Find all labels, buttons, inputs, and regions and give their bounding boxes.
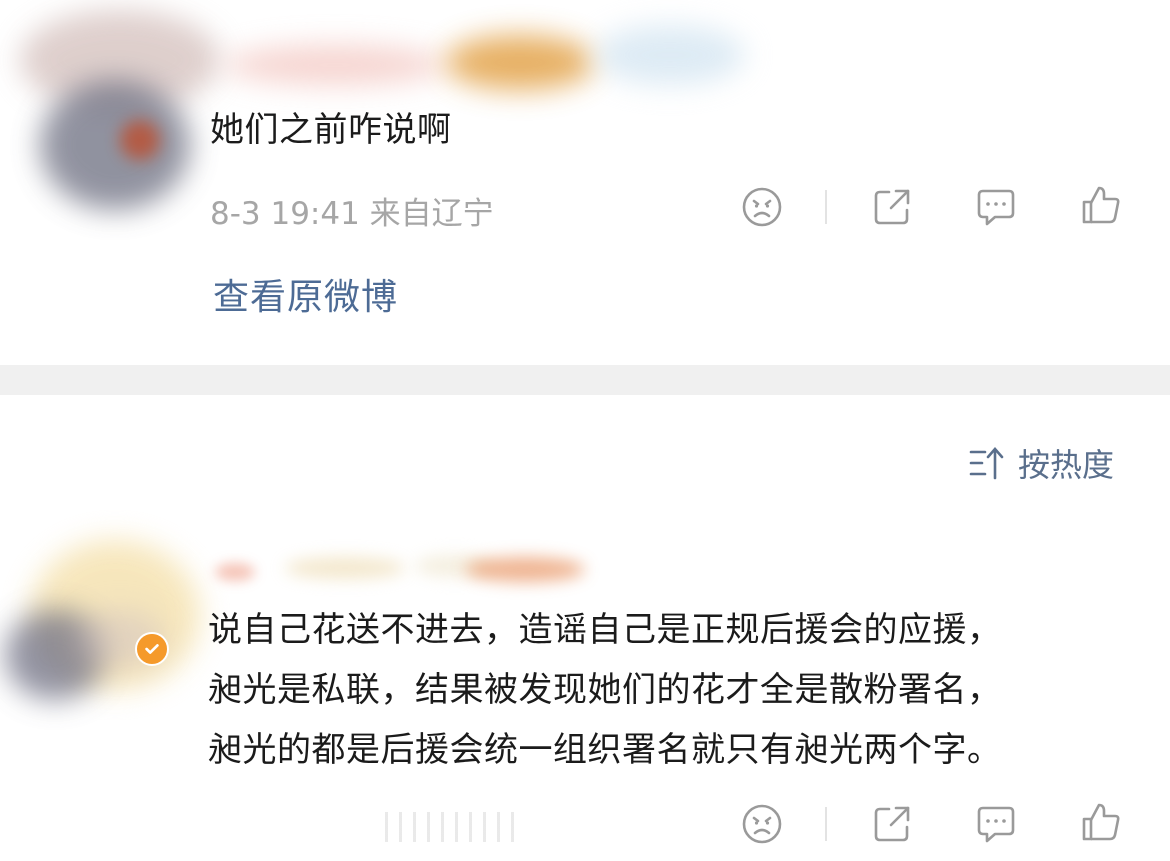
- comment-icon: [977, 806, 1015, 843]
- like-button[interactable]: [1080, 184, 1122, 226]
- dislike-button[interactable]: [741, 186, 783, 228]
- checkmark-icon: [145, 644, 159, 654]
- action-separator: [825, 190, 827, 224]
- comment-text: 说自己花送不进去，造谣自己是正规后援会的应援， 昶光是私联，结果被发现她们的花才…: [208, 600, 1002, 780]
- avatar[interactable]: [20, 10, 220, 220]
- dislike-icon: [742, 804, 782, 844]
- comment-text: 她们之前咋说啊: [210, 110, 452, 150]
- comment-line: 昶光是私联，结果被发现她们的花才全是散粉署名，: [208, 670, 1002, 710]
- share-icon: [874, 189, 910, 225]
- share-button[interactable]: [871, 803, 913, 845]
- like-button[interactable]: [1080, 801, 1122, 843]
- verified-badge: [135, 632, 169, 666]
- dislike-button[interactable]: [741, 803, 783, 845]
- loading-placeholder: [385, 812, 525, 842]
- share-icon: [874, 806, 910, 842]
- comment-line: 说自己花送不进去，造谣自己是正规后援会的应援，: [208, 610, 1002, 650]
- sort-label: 按热度: [1018, 446, 1115, 484]
- comment-line: 昶光的都是后援会统一组织署名就只有昶光两个字。: [208, 730, 1002, 770]
- action-separator: [825, 807, 827, 841]
- like-icon: [1082, 186, 1120, 224]
- comment-button[interactable]: [975, 186, 1017, 228]
- like-icon: [1082, 803, 1120, 841]
- view-original-link[interactable]: 查看原微博: [213, 268, 398, 320]
- avatar[interactable]: [5, 500, 205, 700]
- username[interactable]: [215, 25, 755, 105]
- sort-toggle[interactable]: 按热度: [968, 440, 1114, 486]
- comment-icon: [977, 189, 1015, 226]
- share-button[interactable]: [871, 186, 913, 228]
- username[interactable]: [215, 545, 585, 585]
- sort-icon: [968, 444, 1006, 482]
- section-divider: [0, 365, 1170, 395]
- comment-meta: 8-3 19:41 来自辽宁: [210, 196, 494, 232]
- comment-button[interactable]: [975, 803, 1017, 845]
- dislike-icon: [742, 187, 782, 227]
